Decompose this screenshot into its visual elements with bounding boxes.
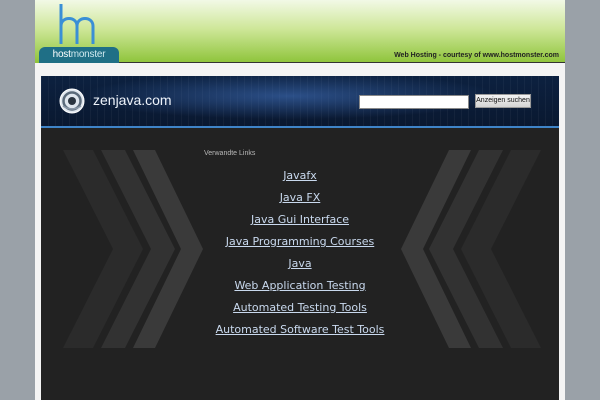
site-domain-name: zenjava.com <box>93 92 172 108</box>
related-link[interactable]: Java Gui Interface <box>251 213 349 226</box>
hosting-frame: hostmonster Web Hosting - courtesy of ww… <box>35 0 565 400</box>
hostmonster-banner: hostmonster Web Hosting - courtesy of ww… <box>35 0 565 63</box>
related-link[interactable]: Web Application Testing <box>234 279 365 292</box>
related-links-list: Javafx Java FX Java Gui Interface Java P… <box>41 166 559 342</box>
logo-word-host: host <box>52 49 71 60</box>
search-input[interactable] <box>359 95 469 109</box>
hostmonster-logo[interactable]: hostmonster <box>39 0 119 63</box>
list-item: Web Application Testing <box>41 276 559 298</box>
list-item: Automated Testing Tools <box>41 298 559 320</box>
list-item: Java FX <box>41 188 559 210</box>
logo-word-monster: monster <box>70 49 106 60</box>
list-item: Javafx <box>41 166 559 188</box>
related-links-heading: Verwandte Links <box>204 150 256 157</box>
courtesy-text[interactable]: Web Hosting - courtesy of www.hostmonste… <box>394 52 559 59</box>
related-link[interactable]: Java <box>288 257 311 270</box>
list-item: Java <box>41 254 559 276</box>
hostmonster-wordmark: hostmonster <box>39 47 119 63</box>
list-item: Java Programming Courses <box>41 232 559 254</box>
site-logo-icon <box>59 88 85 114</box>
site-header: zenjava.com Anzeigen suchen <box>41 76 559 128</box>
related-links-panel: Verwandte Links Javafx Java FX Java Gui … <box>41 128 559 400</box>
related-link[interactable]: Java FX <box>280 191 321 204</box>
list-item: Automated Software Test Tools <box>41 320 559 342</box>
list-item: Java Gui Interface <box>41 210 559 232</box>
related-link[interactable]: Automated Software Test Tools <box>216 323 385 336</box>
related-link[interactable]: Java Programming Courses <box>226 235 375 248</box>
parked-site: zenjava.com Anzeigen suchen Verwandte Li… <box>41 76 559 400</box>
banner-divider <box>119 62 565 63</box>
related-link[interactable]: Javafx <box>283 169 317 182</box>
hm-logo-mark-icon <box>59 4 95 44</box>
related-link[interactable]: Automated Testing Tools <box>233 301 367 314</box>
search-button[interactable]: Anzeigen suchen <box>475 94 531 108</box>
